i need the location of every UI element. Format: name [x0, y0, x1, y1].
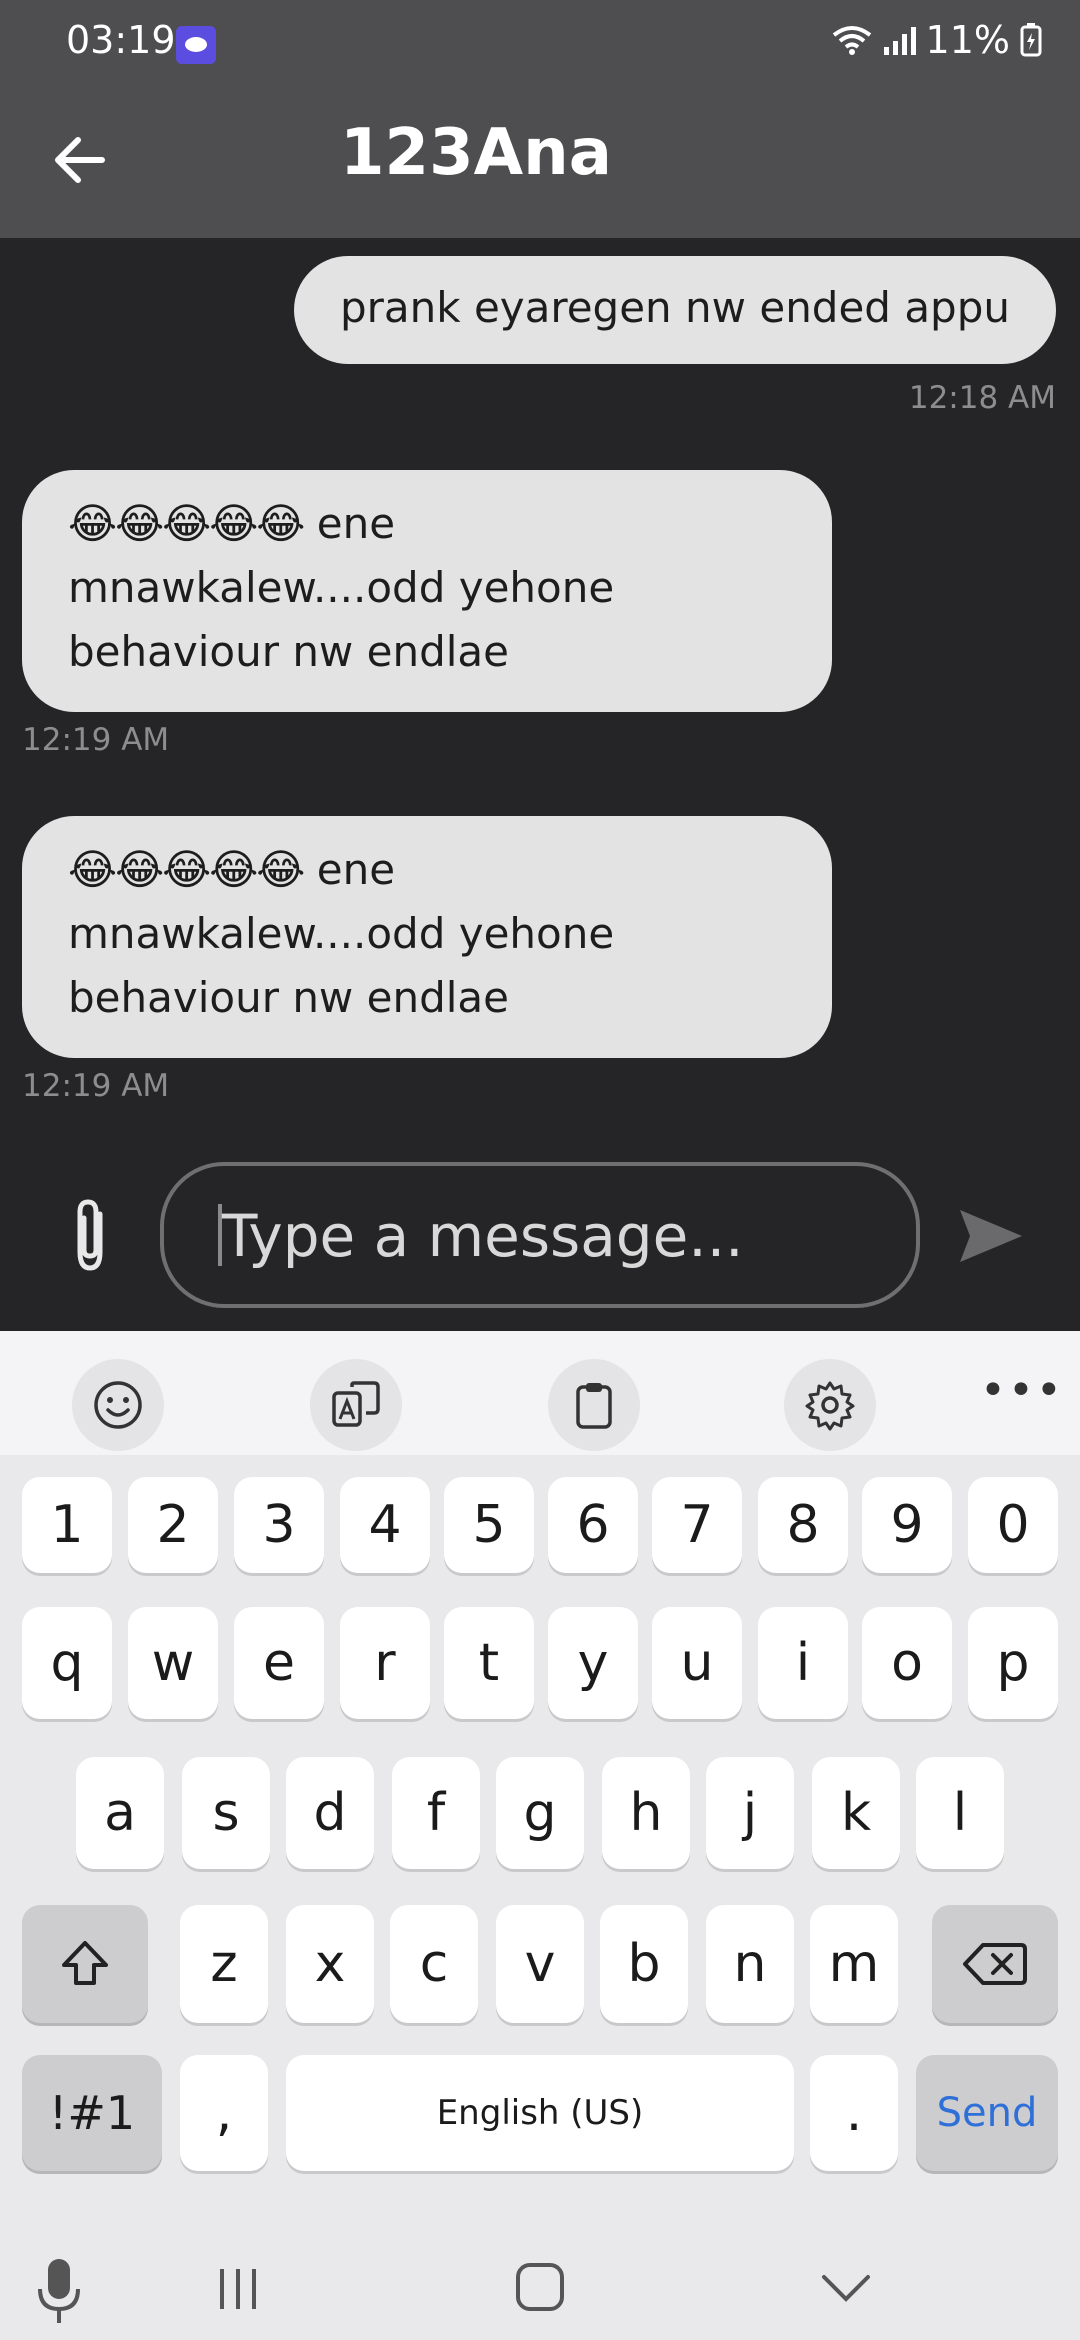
backspace-key[interactable]: [932, 1905, 1058, 2023]
translate-button[interactable]: [310, 1359, 402, 1451]
key-q[interactable]: q: [22, 1607, 112, 1719]
key-l[interactable]: l: [916, 1757, 1004, 1869]
key-x[interactable]: x: [286, 1905, 374, 2023]
sent-message-bubble[interactable]: prank eyaregen nw ended appu: [293, 256, 1056, 364]
symbols-key[interactable]: !#1: [22, 2055, 162, 2171]
key-i[interactable]: i: [758, 1607, 848, 1719]
app-notification-icon: [176, 26, 216, 64]
backspace-icon: [963, 1943, 1027, 1985]
message-placeholder: Type a message...: [222, 1202, 744, 1270]
key-1[interactable]: 1: [22, 1477, 112, 1573]
key-s[interactable]: s: [182, 1757, 270, 1869]
message-line: mnawkalew....odd yehone: [68, 909, 615, 958]
emoji-icon: [94, 1381, 142, 1429]
laughing-emoji-group: 😂😂😂😂😂: [68, 845, 305, 894]
send-icon[interactable]: [950, 1196, 1030, 1276]
key-0[interactable]: 0: [968, 1477, 1058, 1573]
more-icon[interactable]: •••: [980, 1365, 1064, 1416]
keyboard-toolbar: •••: [0, 1331, 1080, 1455]
battery-percent: 11%: [925, 18, 1010, 62]
key-c[interactable]: c: [390, 1905, 478, 2023]
key-t[interactable]: t: [444, 1607, 534, 1719]
navigation-bar: [0, 2231, 1080, 2340]
wifi-icon: [832, 26, 871, 55]
message-timestamp: 12:19 AM: [22, 722, 170, 758]
key-g[interactable]: g: [496, 1757, 584, 1869]
translate-icon: [332, 1381, 380, 1427]
key-p[interactable]: p: [968, 1607, 1058, 1719]
emoji-button[interactable]: [72, 1359, 164, 1451]
key-2[interactable]: 2: [128, 1477, 218, 1573]
message-timestamp: 12:19 AM: [22, 1068, 170, 1104]
key-6[interactable]: 6: [548, 1477, 638, 1573]
key-o[interactable]: o: [862, 1607, 952, 1719]
key-4[interactable]: 4: [340, 1477, 430, 1573]
home-icon[interactable]: [514, 2261, 566, 2313]
key-f[interactable]: f: [392, 1757, 480, 1869]
key-3[interactable]: 3: [234, 1477, 324, 1573]
laughing-emoji-group: 😂😂😂😂😂: [68, 499, 305, 548]
key-7[interactable]: 7: [652, 1477, 742, 1573]
shift-arrow-icon: [62, 1941, 108, 1985]
received-message-bubble[interactable]: 😂😂😂😂😂 ene mnawkalew....odd yehone behavi…: [22, 816, 832, 1058]
signal-icon: [883, 25, 916, 55]
key-j[interactable]: j: [706, 1757, 794, 1869]
key-r[interactable]: r: [340, 1607, 430, 1719]
key-u[interactable]: u: [652, 1607, 742, 1719]
message-input[interactable]: Type a message...: [160, 1162, 920, 1308]
key-h[interactable]: h: [602, 1757, 690, 1869]
key-9[interactable]: 9: [862, 1477, 952, 1573]
paperclip-icon[interactable]: [56, 1196, 124, 1276]
key-k[interactable]: k: [812, 1757, 900, 1869]
key-m[interactable]: m: [810, 1905, 898, 2023]
period-key[interactable]: .: [810, 2055, 898, 2171]
key-8[interactable]: 8: [758, 1477, 848, 1573]
settings-button[interactable]: [784, 1359, 876, 1451]
key-z[interactable]: z: [180, 1905, 268, 2023]
message-line: behaviour nw endlae: [68, 627, 509, 676]
recent-apps-icon[interactable]: [212, 2263, 264, 2315]
message-timestamp: 12:18 AM: [908, 380, 1056, 416]
key-w[interactable]: w: [128, 1607, 218, 1719]
status-indicators: 11%: [830, 18, 1042, 62]
back-arrow-icon[interactable]: [44, 124, 116, 196]
clipboard-button[interactable]: [548, 1359, 640, 1451]
key-d[interactable]: d: [286, 1757, 374, 1869]
shift-key[interactable]: [22, 1905, 148, 2023]
key-a[interactable]: a: [76, 1757, 164, 1869]
space-key[interactable]: English (US): [286, 2055, 794, 2171]
comma-key[interactable]: ,: [180, 2055, 268, 2171]
message-line: mnawkalew....odd yehone: [68, 563, 615, 612]
clipboard-icon: [576, 1383, 612, 1429]
key-b[interactable]: b: [600, 1905, 688, 2023]
chevron-down-icon[interactable]: [818, 2267, 874, 2307]
key-y[interactable]: y: [548, 1607, 638, 1719]
app-header: 123Ana: [0, 86, 1080, 238]
send-key[interactable]: Send: [916, 2055, 1058, 2171]
keyboard: ••• 1 2 3 4 5 6 7 8 9 0 q w e r t y u i …: [0, 1331, 1080, 2340]
chat-title: 123Ana: [340, 116, 612, 190]
message-line: 😂😂😂😂😂 ene: [68, 845, 396, 894]
message-text: prank eyaregen nw ended appu: [339, 283, 1010, 332]
status-time: 03:19: [66, 18, 176, 62]
key-5[interactable]: 5: [444, 1477, 534, 1573]
battery-charging-icon: [1020, 23, 1042, 57]
microphone-icon[interactable]: [32, 2257, 86, 2327]
gear-icon: [805, 1381, 855, 1431]
key-v[interactable]: v: [496, 1905, 584, 2023]
message-line: behaviour nw endlae: [68, 973, 509, 1022]
key-n[interactable]: n: [706, 1905, 794, 2023]
status-bar: 03:19 11%: [0, 0, 1080, 86]
message-line: 😂😂😂😂😂 ene: [68, 499, 396, 548]
received-message-bubble[interactable]: 😂😂😂😂😂 ene mnawkalew....odd yehone behavi…: [22, 470, 832, 712]
key-e[interactable]: e: [234, 1607, 324, 1719]
